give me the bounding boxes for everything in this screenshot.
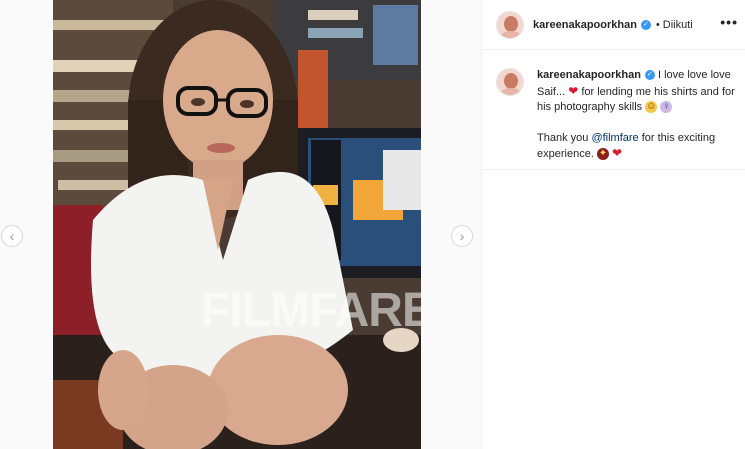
caption-paragraph-2: Thank you @filmfare for this exciting ex… bbox=[537, 131, 741, 163]
post-image[interactable]: FILMFARE bbox=[53, 0, 421, 449]
caption-username[interactable]: kareenakapoorkhan bbox=[537, 69, 641, 81]
avatar-image bbox=[497, 69, 523, 95]
chevron-left-icon: ‹ bbox=[9, 228, 15, 244]
photo-illustration bbox=[53, 0, 421, 449]
verified-badge-icon: ✓ bbox=[644, 70, 655, 81]
party-emoji-icon: ✦ bbox=[596, 148, 609, 161]
post-viewer: ‹ FILMFARE › kareenakapoorkhan ✓ • Diiku… bbox=[0, 0, 745, 449]
rofl-emoji-icon: ☺ bbox=[645, 101, 658, 114]
chevron-right-icon: › bbox=[459, 228, 465, 244]
post-header: kareenakapoorkhan ✓ • Diikuti ••• bbox=[482, 0, 745, 50]
avatar-image bbox=[497, 11, 523, 38]
more-options-button[interactable]: ••• bbox=[720, 15, 738, 29]
follow-status-button[interactable]: Diikuti bbox=[663, 19, 693, 31]
woman-emoji-icon: ♀ bbox=[660, 101, 673, 114]
divider bbox=[482, 169, 745, 170]
post-caption: kareenakapoorkhan ✓ I love love love Saif… bbox=[496, 68, 741, 163]
caption-line1-continued: for lending me his shirts and for his ph… bbox=[537, 85, 735, 114]
caption-text: kareenakapoorkhan ✓ I love love love Saif… bbox=[537, 68, 741, 163]
header-username[interactable]: kareenakapoorkhan bbox=[533, 19, 637, 31]
separator-dot: • bbox=[655, 18, 660, 31]
carousel-prev-button[interactable]: ‹ bbox=[1, 225, 23, 247]
carousel-next-button[interactable]: › bbox=[451, 225, 473, 247]
filmfare-watermark: FILMFARE bbox=[201, 284, 421, 337]
post-sidebar: kareenakapoorkhan ✓ • Diikuti ••• kareen… bbox=[481, 0, 745, 449]
avatar[interactable] bbox=[496, 10, 524, 39]
mention-link[interactable]: @filmfare bbox=[591, 132, 638, 144]
caption-thanks: Thank you bbox=[537, 131, 589, 144]
red-heart-emoji-icon: ❤ bbox=[568, 83, 579, 98]
red-heart-emoji-icon: ❤ bbox=[612, 146, 623, 160]
caption-avatar[interactable] bbox=[496, 68, 524, 96]
verified-badge-icon: ✓ bbox=[640, 19, 651, 30]
